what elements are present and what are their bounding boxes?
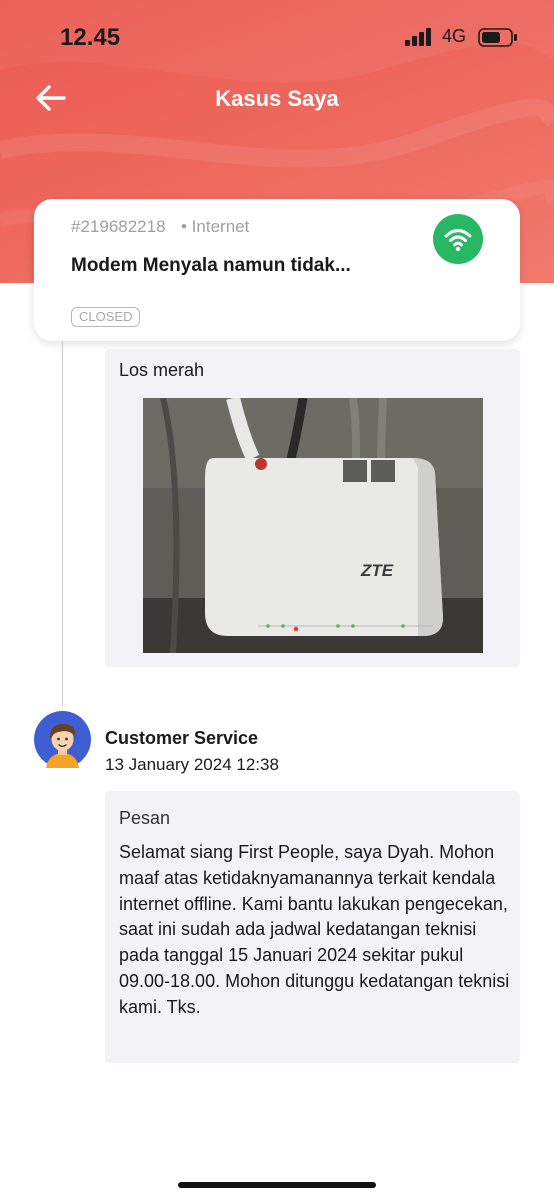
status-badge: CLOSED (71, 307, 141, 327)
message-label: Pesan (119, 808, 171, 828)
wifi-icon (433, 214, 483, 264)
case-card[interactable]: #219682218 • Internet Modem Menyala namu… (34, 199, 520, 341)
cs-message: Pesan Selamat siang First People, saya D… (105, 791, 520, 1063)
home-indicator[interactable] (178, 1182, 376, 1188)
status-time: 12.45 (60, 24, 121, 51)
avatar (34, 711, 91, 768)
network-type: 4G (442, 26, 467, 46)
message-datetime: 13 January 2024 12:38 (105, 755, 279, 774)
customer-message: Los merah ZTE (105, 349, 520, 667)
signal-icon (405, 28, 431, 46)
case-category: • Internet (181, 217, 250, 236)
page-title: Kasus Saya (215, 86, 339, 111)
message-text: Los merah (119, 360, 205, 380)
case-title: Modem Menyala namun tidak... (71, 255, 351, 276)
battery-icon (478, 28, 517, 47)
sender-name: Customer Service (105, 728, 259, 748)
zte-modem-photo[interactable]: ZTE (143, 398, 483, 653)
timeline-line (62, 341, 63, 706)
case-id: #219682218 (71, 217, 166, 236)
message-body: Selamat siang First People, saya Dyah. M… (119, 842, 510, 1017)
photo-brand-text: ZTE (360, 561, 394, 580)
